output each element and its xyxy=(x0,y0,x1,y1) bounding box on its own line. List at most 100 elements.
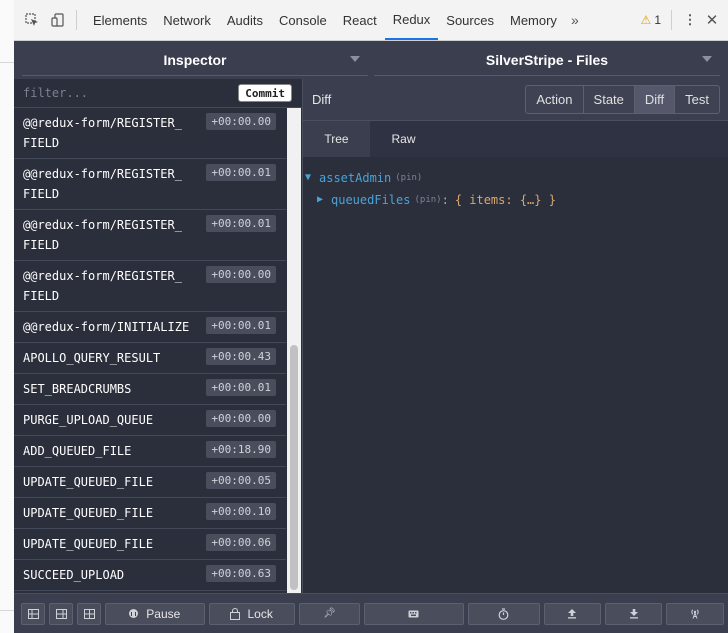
list-item[interactable]: @@redux-form/REGISTER_FIELD +00:00.01 xyxy=(14,210,286,261)
tree-key: assetAdmin xyxy=(319,171,392,185)
host-divider xyxy=(0,610,14,611)
tree-node-child[interactable]: ▶ queuedFiles (pin): { items: {…} } xyxy=(303,189,728,211)
redux-devtools-panel: Inspector SilverStripe - Files Commit @@… xyxy=(14,41,728,633)
stopwatch-icon xyxy=(498,607,509,620)
monitor-select[interactable]: Inspector xyxy=(22,45,368,76)
list-item[interactable]: @@redux-form/REGISTER_FIELD +00:00.00 xyxy=(14,261,286,312)
pause-icon xyxy=(129,609,139,618)
diff-tree: ▼ assetAdmin (pin) ▶ queuedFiles (pin): … xyxy=(303,157,728,211)
host-divider xyxy=(0,62,14,63)
expanded-arrow-icon[interactable]: ▼ xyxy=(305,167,319,189)
list-item[interactable]: PURGE_UPLOAD_QUEUE +00:00.00 xyxy=(14,405,286,436)
pin-link[interactable]: (pin) xyxy=(414,189,441,211)
time-badge: +00:00.63 xyxy=(206,565,276,582)
time-badge: +00:00.05 xyxy=(206,472,276,489)
tab-react[interactable]: React xyxy=(335,0,385,40)
tab-tree[interactable]: Tree xyxy=(303,121,370,157)
list-item[interactable]: UPDATE_QUEUED_FILE +00:00.10 xyxy=(14,498,286,529)
tab-network[interactable]: Network xyxy=(155,0,219,40)
tab-state[interactable]: State xyxy=(582,85,635,114)
pin-icon: 📌︎ xyxy=(323,608,336,619)
layout-icon xyxy=(83,608,95,619)
warnings-indicator[interactable]: ⚠ 1 xyxy=(641,13,661,27)
time-badge: +00:00.01 xyxy=(206,379,276,396)
more-tabs-button[interactable]: » xyxy=(565,12,585,28)
lock-button[interactable]: Lock xyxy=(208,602,295,625)
list-item[interactable]: ADD_QUEUED_FILE +00:18.90 xyxy=(14,436,286,467)
list-item[interactable]: @@redux-form/REGISTER_FIELD +00:00.00 xyxy=(14,108,286,159)
close-icon[interactable]: ✕ xyxy=(704,11,720,29)
tab-console[interactable]: Console xyxy=(271,0,335,40)
tab-test[interactable]: Test xyxy=(674,85,720,114)
time-badge: +00:00.43 xyxy=(206,348,276,365)
tree-node-root[interactable]: ▼ assetAdmin (pin) xyxy=(303,167,728,189)
list-item[interactable]: APOLLO_QUERY_RESULT +00:00.43 xyxy=(14,343,286,374)
tab-memory[interactable]: Memory xyxy=(502,0,565,40)
pause-button[interactable]: Pause xyxy=(105,602,205,625)
time-badge: +00:00.10 xyxy=(206,503,276,520)
upload-icon xyxy=(568,609,577,619)
toolbar-separator xyxy=(671,10,672,30)
kebab-menu-icon[interactable]: ⋮ xyxy=(682,12,698,28)
action-name: @@redux-form/REGISTER_FIELD xyxy=(23,116,182,150)
lock-label: Lock xyxy=(247,606,273,621)
inspector-tabs: Action State Diff Test xyxy=(525,85,720,114)
keyboard-icon xyxy=(408,610,419,617)
device-toolbar-icon[interactable] xyxy=(50,12,66,28)
collapsed-arrow-icon[interactable]: ▶ xyxy=(317,189,331,211)
dock-bottom-button[interactable] xyxy=(77,602,101,625)
action-name: PURGE_UPLOAD_QUEUE xyxy=(23,413,154,427)
action-name: UPDATE_QUEUED_FILE xyxy=(23,537,154,551)
list-item[interactable]: @@redux-form/INITIALIZE +00:00.01 xyxy=(14,312,286,343)
action-list-scrollbar[interactable] xyxy=(287,108,301,593)
dock-right-button[interactable] xyxy=(49,602,73,625)
dispatcher-button[interactable] xyxy=(364,602,464,625)
action-name: @@redux-form/REGISTER_FIELD xyxy=(23,269,182,303)
inspector-pane: Diff Action State Diff Test Tree Raw ▼ a… xyxy=(303,79,728,593)
store-select[interactable]: SilverStripe - Files xyxy=(374,45,720,76)
import-button[interactable] xyxy=(604,602,663,625)
tab-elements[interactable]: Elements xyxy=(85,0,155,40)
list-item[interactable]: UPDATE_QUEUED_FILE +00:00.06 xyxy=(14,529,286,560)
time-badge: +00:00.00 xyxy=(206,266,276,283)
export-button[interactable] xyxy=(543,602,601,625)
commit-button[interactable]: Commit xyxy=(238,84,292,102)
action-list: @@redux-form/REGISTER_FIELD +00:00.00 @@r… xyxy=(14,108,286,593)
broadcast-icon xyxy=(691,609,699,619)
scrollbar-thumb[interactable] xyxy=(290,345,298,590)
time-badge: +00:00.01 xyxy=(206,215,276,232)
download-icon xyxy=(629,609,638,619)
redux-topbar: Inspector SilverStripe - Files xyxy=(14,41,728,79)
pin-link[interactable]: (pin) xyxy=(395,167,422,189)
time-badge: +00:18.90 xyxy=(206,441,276,458)
list-item[interactable]: SET_BREADCRUMBS +00:00.01 xyxy=(14,374,286,405)
tab-audits[interactable]: Audits xyxy=(219,0,271,40)
tab-raw[interactable]: Raw xyxy=(370,121,437,157)
pause-label: Pause xyxy=(146,606,181,621)
tab-sources[interactable]: Sources xyxy=(438,0,502,40)
dock-left-button[interactable] xyxy=(21,602,45,625)
tab-diff[interactable]: Diff xyxy=(633,85,676,114)
time-badge: +00:00.00 xyxy=(206,113,276,130)
inspector-title: Diff xyxy=(312,92,332,107)
chevron-down-icon xyxy=(702,56,712,62)
filter-input[interactable] xyxy=(14,85,239,101)
list-item[interactable]: UPDATE_QUEUED_FILE +00:00.05 xyxy=(14,467,286,498)
slider-button[interactable] xyxy=(467,602,540,625)
action-name: SET_BREADCRUMBS xyxy=(23,382,132,396)
inspect-element-icon[interactable] xyxy=(24,12,40,28)
tab-redux[interactable]: Redux xyxy=(384,0,439,40)
action-name: ADD_QUEUED_FILE xyxy=(23,444,132,458)
action-name: APOLLO_QUERY_RESULT xyxy=(23,351,161,365)
list-item[interactable]: SUCCEED_UPLOAD +00:00.63 xyxy=(14,560,286,591)
chevron-down-icon xyxy=(350,56,360,62)
remote-button[interactable] xyxy=(666,602,724,625)
action-name: @@redux-form/REGISTER_FIELD xyxy=(23,167,182,201)
list-item[interactable]: @@redux-form/REGISTER_FIELD +00:00.01 xyxy=(14,159,286,210)
time-badge: +00:00.06 xyxy=(206,534,276,551)
host-page-strip xyxy=(0,0,15,633)
tab-action[interactable]: Action xyxy=(525,85,584,114)
layout-icon xyxy=(27,608,39,619)
persist-button[interactable]: 📌︎ xyxy=(298,602,361,625)
warning-icon: ⚠ xyxy=(640,13,652,27)
